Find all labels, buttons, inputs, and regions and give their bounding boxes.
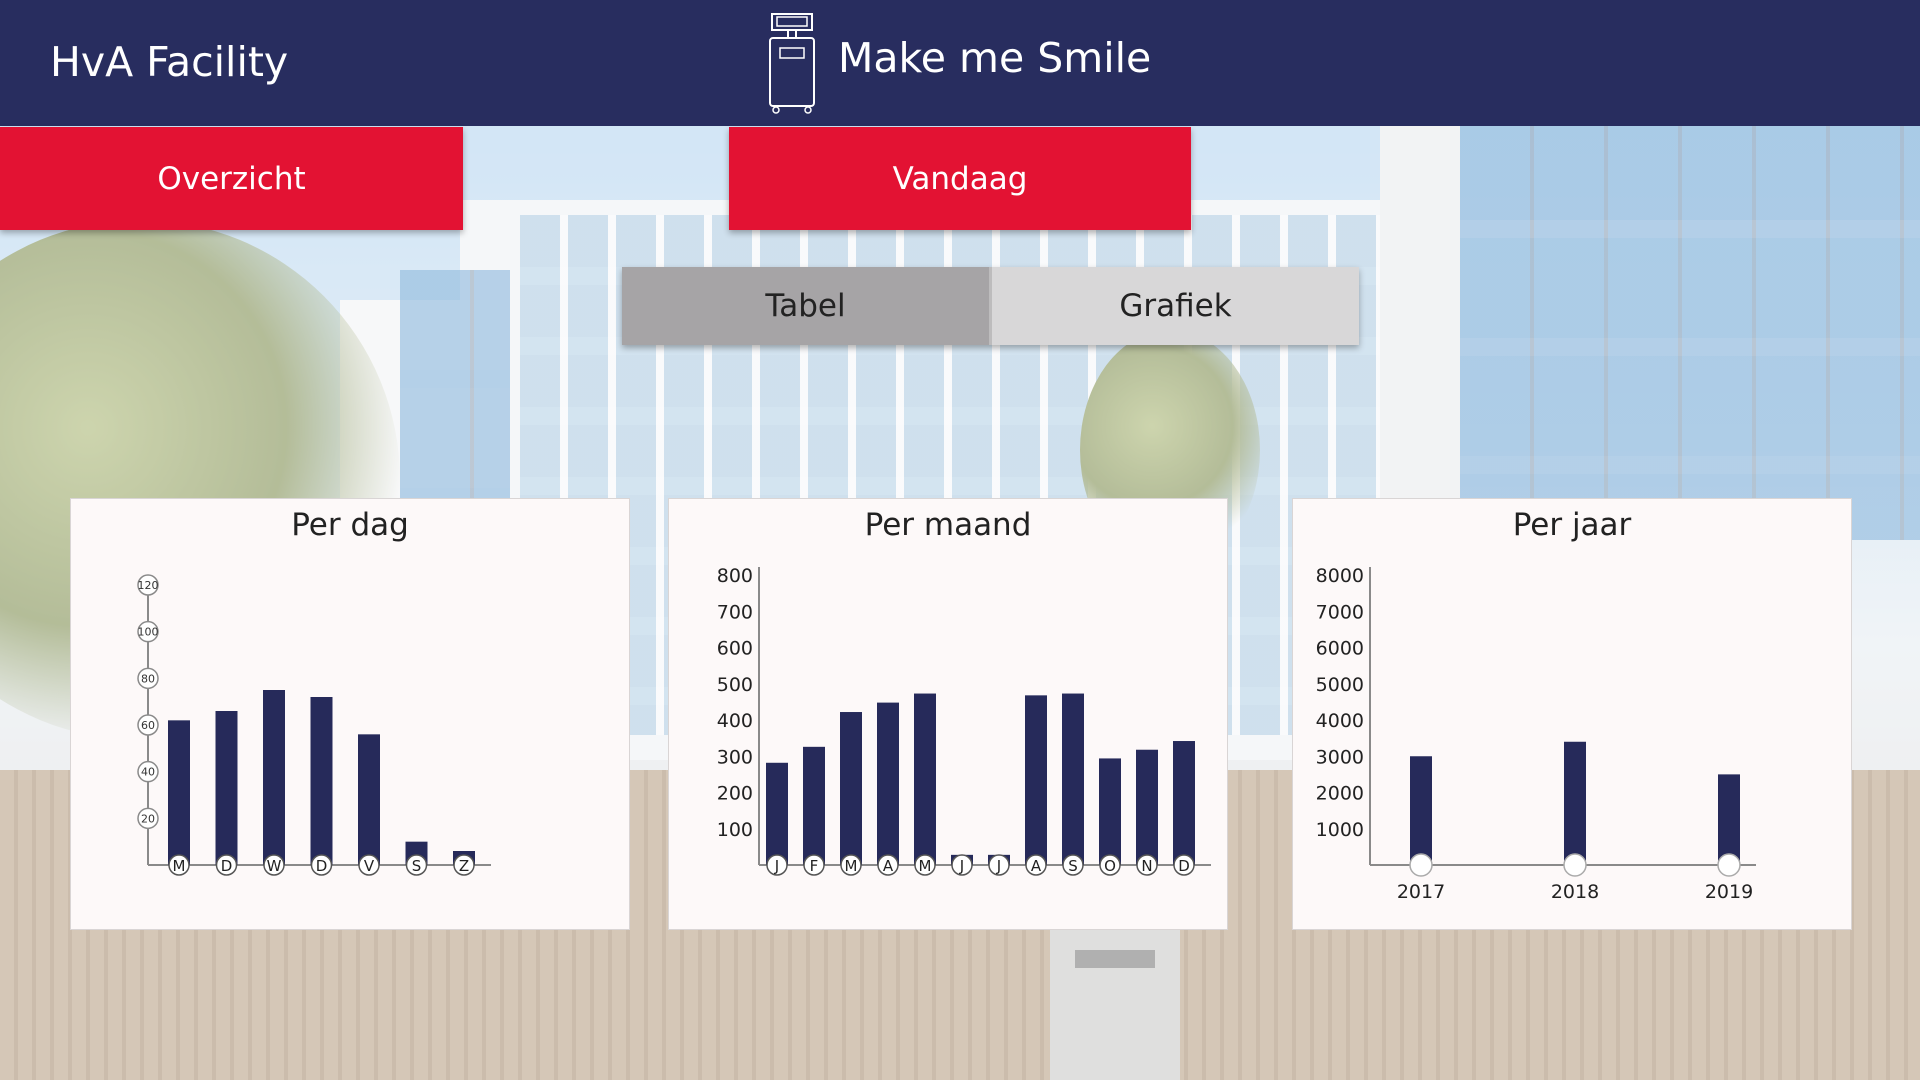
x-tick-marker xyxy=(1717,853,1741,877)
tabel-toggle-button[interactable]: Tabel xyxy=(622,267,989,345)
y-tick-label: 5000 xyxy=(1316,674,1364,696)
bar-per-dag-2 xyxy=(215,711,238,865)
x-tick-label: D xyxy=(221,857,233,875)
x-tick-label: S xyxy=(412,857,422,875)
grafiek-toggle-button[interactable]: Grafiek xyxy=(989,267,1359,345)
x-tick-label: S xyxy=(1068,857,1078,875)
y-tick-label: 3000 xyxy=(1316,746,1364,768)
chart-per-dag: 20 40 60 80 100 120 M D W D V S Z xyxy=(137,574,491,876)
x-tick-label: 2018 xyxy=(1551,881,1599,903)
x-tick-label: V xyxy=(364,857,375,875)
chart-per-jaar: 1000 2000 3000 4000 5000 6000 7000 8000 2017 2018… xyxy=(1316,565,1756,903)
x-tick-label: M xyxy=(173,857,186,875)
bar-per-maand-3 xyxy=(840,712,862,865)
y-tick-label: 800 xyxy=(717,565,753,587)
x-tick-label: N xyxy=(1141,857,1152,875)
y-tick-label: 8000 xyxy=(1316,565,1364,587)
overzicht-button[interactable]: Overzicht xyxy=(0,127,463,230)
bar-per-maand-12 xyxy=(1173,741,1195,865)
y-tick-label: 2000 xyxy=(1316,783,1364,805)
bar-per-maand-11 xyxy=(1136,749,1158,865)
y-tick-label: 500 xyxy=(717,674,753,696)
app-title: Make me Smile xyxy=(838,34,1152,82)
bar-per-jaar-3 xyxy=(1718,774,1740,865)
y-tick-label: 20 xyxy=(141,812,155,825)
chart-panel-per-dag: Per dag 20 40 60 80 100 120 M D W D V S Z xyxy=(70,498,630,930)
x-tick-label: M xyxy=(845,857,858,875)
y-tick-label: 7000 xyxy=(1316,601,1364,623)
bar-per-maand-2 xyxy=(803,746,825,865)
y-tick-label: 4000 xyxy=(1316,710,1364,732)
y-tick-label: 80 xyxy=(141,672,155,685)
chart-panel-per-maand: Per maand 100 200 300 400 500 600 700 800 J F M A M J… xyxy=(668,498,1228,930)
y-tick-label: 200 xyxy=(717,783,753,805)
x-tick-label: J xyxy=(959,857,964,875)
bar-per-dag-4 xyxy=(310,697,333,865)
x-tick-label: A xyxy=(1031,857,1042,875)
vandaag-button[interactable]: Vandaag xyxy=(729,127,1191,230)
bar-per-dag-3 xyxy=(263,690,285,865)
view-toggle: Tabel Grafiek xyxy=(622,267,1359,345)
bar-per-maand-4 xyxy=(877,702,899,865)
x-tick-marker xyxy=(1409,853,1433,877)
y-tick-label: 100 xyxy=(138,626,159,639)
kiosk-device-icon xyxy=(769,13,815,114)
x-tick-label: D xyxy=(316,857,328,875)
x-tick-label: 2019 xyxy=(1705,881,1753,903)
x-tick-label: J xyxy=(774,857,779,875)
bar-per-jaar-1 xyxy=(1410,756,1432,865)
y-tick-label: 6000 xyxy=(1316,638,1364,660)
x-tick-label: J xyxy=(996,857,1001,875)
bar-per-maand-8 xyxy=(1025,695,1047,865)
y-tick-label: 400 xyxy=(717,710,753,732)
x-tick-label: Z xyxy=(459,857,469,875)
x-tick-marker xyxy=(1563,853,1587,877)
x-tick-label: M xyxy=(919,857,932,875)
x-tick-label: 2017 xyxy=(1397,881,1445,903)
y-tick-label: 600 xyxy=(717,638,753,660)
x-tick-label: W xyxy=(267,857,282,875)
x-tick-label: F xyxy=(810,857,819,875)
x-tick-label: A xyxy=(883,857,894,875)
x-tick-label: O xyxy=(1104,857,1116,875)
chart-panel-per-jaar: Per jaar 1000 2000 3000 4000 5000 6000 7000 800… xyxy=(1292,498,1852,930)
y-tick-label: 700 xyxy=(717,601,753,623)
x-tick-label: D xyxy=(1178,857,1190,875)
brand-title: HvA Facility xyxy=(50,38,289,86)
y-tick-label: 100 xyxy=(717,819,753,841)
bar-per-dag-1 xyxy=(168,720,190,865)
y-tick-label: 120 xyxy=(138,579,159,592)
header-bar: HvA Facility Make me Smile xyxy=(0,0,1920,126)
bar-per-maand-9 xyxy=(1062,693,1084,865)
y-tick-label: 1000 xyxy=(1316,819,1364,841)
bar-per-maand-1 xyxy=(766,762,788,865)
chart-per-maand: 100 200 300 400 500 600 700 800 J F M A M J J A S O N D xyxy=(717,565,1211,876)
bar-per-maand-5 xyxy=(914,693,936,865)
bar-per-dag-5 xyxy=(358,734,380,865)
y-tick-label: 300 xyxy=(717,746,753,768)
y-tick-label: 60 xyxy=(141,719,155,732)
bar-per-maand-10 xyxy=(1099,758,1121,865)
bar-per-jaar-2 xyxy=(1564,741,1586,865)
y-tick-label: 40 xyxy=(141,766,155,779)
